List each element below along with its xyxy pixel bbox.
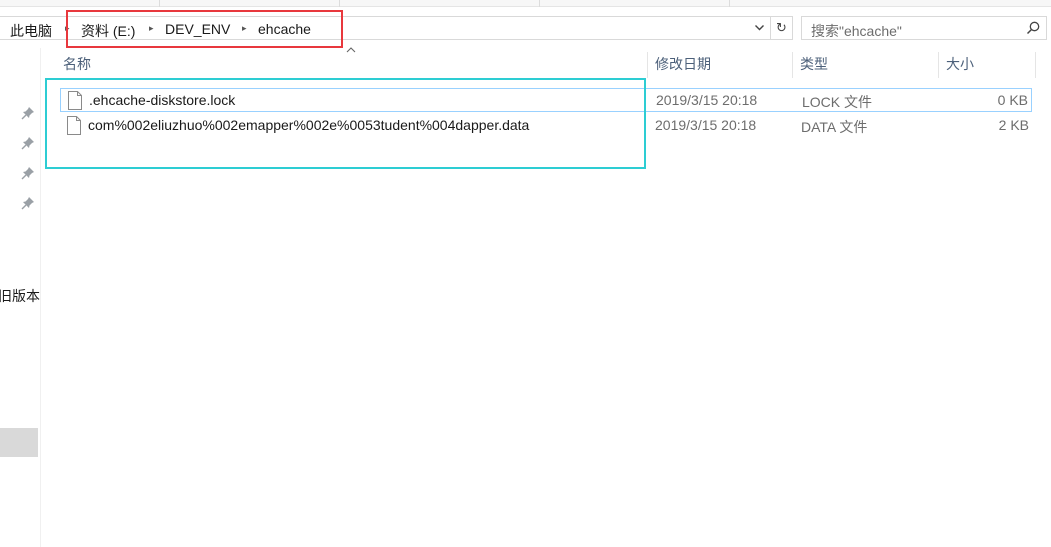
nav-item-versions[interactable]: 旧版本 <box>0 286 40 306</box>
search-input[interactable]: 搜索"ehcache" <box>801 16 1047 40</box>
column-header-size[interactable]: 大小 <box>946 52 974 78</box>
navigation-pane: 旧版本 <box>0 48 41 547</box>
annotation-red-box <box>66 10 343 48</box>
ribbon-group <box>540 0 730 7</box>
column-divider[interactable] <box>647 52 648 78</box>
refresh-icon: ↻ <box>776 20 787 35</box>
column-divider[interactable] <box>938 52 939 78</box>
search-icon[interactable] <box>1025 20 1041 36</box>
file-size: 0 KB <box>997 92 1028 108</box>
ribbon-group <box>160 0 340 7</box>
ribbon-group <box>340 0 540 7</box>
pin-icon[interactable] <box>21 196 35 210</box>
file-size: 2 KB <box>998 117 1029 133</box>
file-date: 2019/3/15 20:18 <box>656 92 758 108</box>
column-header-type[interactable]: 类型 <box>800 52 828 78</box>
file-type: DATA 文件 <box>801 119 868 135</box>
file-date: 2019/3/15 20:18 <box>655 117 757 133</box>
nav-selected-item[interactable] <box>0 428 38 457</box>
ribbon-strip <box>0 0 1051 7</box>
ribbon-group <box>0 0 160 7</box>
column-divider[interactable] <box>1035 52 1036 78</box>
column-divider[interactable] <box>792 52 793 78</box>
annotation-cyan-box <box>45 78 646 169</box>
column-header-date[interactable]: 修改日期 <box>655 52 711 78</box>
breadcrumb-this-pc[interactable]: 此电脑 <box>10 21 52 41</box>
pin-icon[interactable] <box>21 106 35 120</box>
refresh-button[interactable]: ↻ <box>771 16 793 40</box>
chevron-down-icon[interactable] <box>754 22 765 36</box>
pin-icon[interactable] <box>21 136 35 150</box>
sort-up-icon <box>346 45 356 56</box>
column-header-row: 名称 修改日期 类型 大小 <box>41 47 1051 78</box>
search-placeholder: 搜索"ehcache" <box>811 23 902 39</box>
column-header-name[interactable]: 名称 <box>63 52 91 78</box>
pin-icon[interactable] <box>21 166 35 180</box>
file-type: LOCK 文件 <box>802 94 873 110</box>
